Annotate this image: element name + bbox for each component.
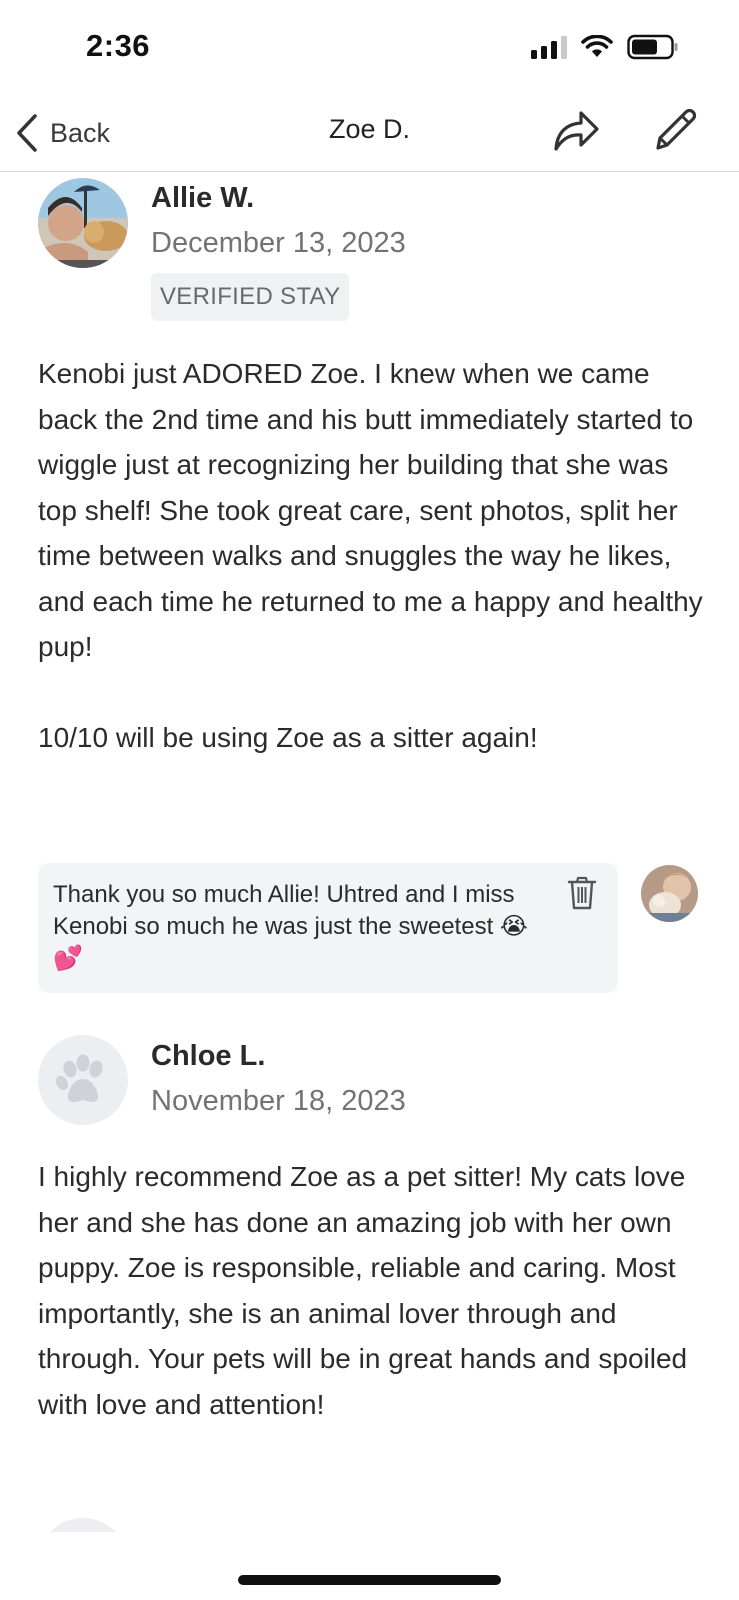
review-text: I highly recommend Zoe as a pet sitter! … (38, 1161, 688, 1420)
review-item: Allie W. December 13, 2023 VERIFIED STAY… (0, 172, 739, 1002)
delete-reply-button[interactable] (566, 875, 598, 911)
reviewer-name: Allie W. (151, 182, 255, 214)
status-icons (531, 34, 679, 60)
next-review-avatar (38, 1518, 128, 1532)
navigation-bar: Back Zoe D. (0, 100, 739, 172)
reply-text: Thank you so much Allie! Uhtred and I mi… (53, 881, 528, 972)
pencil-icon (656, 108, 697, 150)
reviewer-name: Chloe L. (151, 1040, 266, 1072)
reviewer-photo (38, 178, 128, 268)
sitter-photo (641, 865, 698, 922)
battery-icon (627, 34, 678, 60)
review-item: Chloe L. November 18, 2023 I highly reco… (0, 1032, 739, 1452)
edit-button[interactable] (646, 102, 702, 158)
avatar[interactable] (38, 178, 128, 268)
cellular-signal-icon (531, 35, 567, 59)
review-date: November 18, 2023 (151, 1085, 406, 1117)
review-date: December 13, 2023 (151, 227, 406, 259)
paw-icon (55, 1054, 103, 1102)
review-text: Kenobi just ADORED Zoe. I knew when we c… (38, 358, 703, 753)
reviews-list: Allie W. December 13, 2023 VERIFIED STAY… (0, 172, 739, 1532)
page-title: Zoe D. (328, 114, 411, 144)
verified-stay-badge: VERIFIED STAY (151, 273, 350, 321)
home-indicator[interactable] (238, 1575, 501, 1585)
status-time: 2:36 (86, 28, 151, 63)
trash-icon (567, 876, 597, 910)
wifi-icon (581, 35, 613, 57)
avatar[interactable] (38, 1035, 128, 1125)
share-button[interactable] (548, 104, 602, 158)
owner-reply: Thank you so much Allie! Uhtred and I mi… (38, 863, 618, 993)
sitter-avatar[interactable] (641, 865, 698, 922)
status-bar: 2:36 (0, 0, 739, 100)
share-arrow-icon (554, 111, 599, 151)
